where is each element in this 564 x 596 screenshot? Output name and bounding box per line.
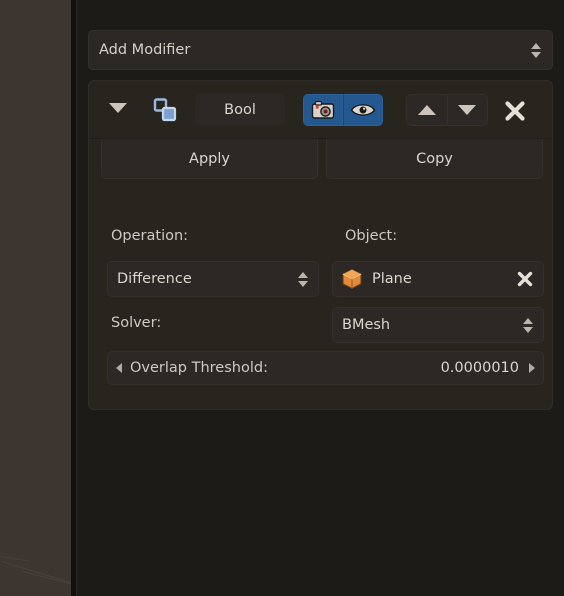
updown-arrows-icon — [522, 317, 534, 333]
object-value: Plane — [372, 271, 412, 287]
clear-object-button[interactable] — [515, 269, 535, 289]
blender-window: Add Modifier Bool Apply Copy Operation: … — [0, 0, 564, 596]
close-x-icon — [517, 271, 533, 287]
apply-button[interactable]: Apply — [101, 139, 318, 179]
add-modifier-label: Add Modifier — [99, 42, 191, 58]
triangle-down-icon[interactable] — [109, 103, 127, 113]
modifier-reorder-group — [406, 94, 488, 126]
solver-label: Solver: — [111, 315, 162, 331]
delete-modifier-button[interactable] — [501, 97, 529, 125]
triangle-down-icon — [458, 105, 477, 115]
mesh-cube-icon — [341, 268, 363, 290]
modifier-name-field[interactable]: Bool — [195, 94, 285, 126]
updown-arrows-icon — [530, 42, 542, 58]
copy-button[interactable]: Copy — [326, 139, 543, 179]
overlap-threshold-label: Overlap Threshold: — [130, 360, 268, 376]
object-field[interactable]: Plane — [332, 261, 544, 297]
viewport-3d[interactable] — [0, 0, 71, 596]
overlap-threshold-slider[interactable]: Overlap Threshold: 0.0000010 — [107, 351, 544, 385]
viewport-grid-line — [21, 571, 71, 585]
move-modifier-down-button[interactable] — [446, 95, 488, 125]
updown-arrows-icon — [297, 271, 309, 287]
overlap-threshold-left: Overlap Threshold: — [116, 360, 268, 376]
modifier-name-text: Bool — [224, 102, 256, 118]
operation-label: Operation: — [111, 228, 189, 244]
modifier-header: Bool — [89, 81, 552, 139]
add-modifier-dropdown[interactable]: Add Modifier — [88, 30, 553, 70]
solver-value: BMesh — [342, 317, 391, 333]
object-label: Object: — [345, 228, 398, 244]
render-visibility-toggle[interactable] — [303, 94, 343, 126]
operation-dropdown[interactable]: Difference — [107, 261, 319, 297]
triangle-up-icon — [417, 105, 436, 115]
viewport-visibility-toggle[interactable] — [343, 94, 383, 126]
overlap-threshold-value: 0.0000010 — [440, 360, 519, 376]
overlap-threshold-right: 0.0000010 — [441, 360, 535, 376]
modifier-panel-boolean: Bool Apply Copy Operation: Object: Diffe… — [88, 80, 553, 410]
solver-dropdown[interactable]: BMesh — [332, 307, 544, 343]
boolean-modifier-icon — [152, 97, 178, 123]
copy-label: Copy — [416, 151, 453, 167]
move-modifier-up-button[interactable] — [407, 95, 447, 125]
properties-editor: Add Modifier Bool Apply Copy Operation: … — [77, 0, 564, 596]
apply-label: Apply — [189, 151, 230, 167]
triangle-left-icon[interactable] — [116, 363, 122, 373]
operation-value: Difference — [117, 271, 192, 287]
triangle-right-icon[interactable] — [529, 363, 535, 373]
close-x-icon — [505, 101, 525, 121]
eye-icon — [350, 104, 376, 116]
camera-icon — [311, 100, 335, 119]
